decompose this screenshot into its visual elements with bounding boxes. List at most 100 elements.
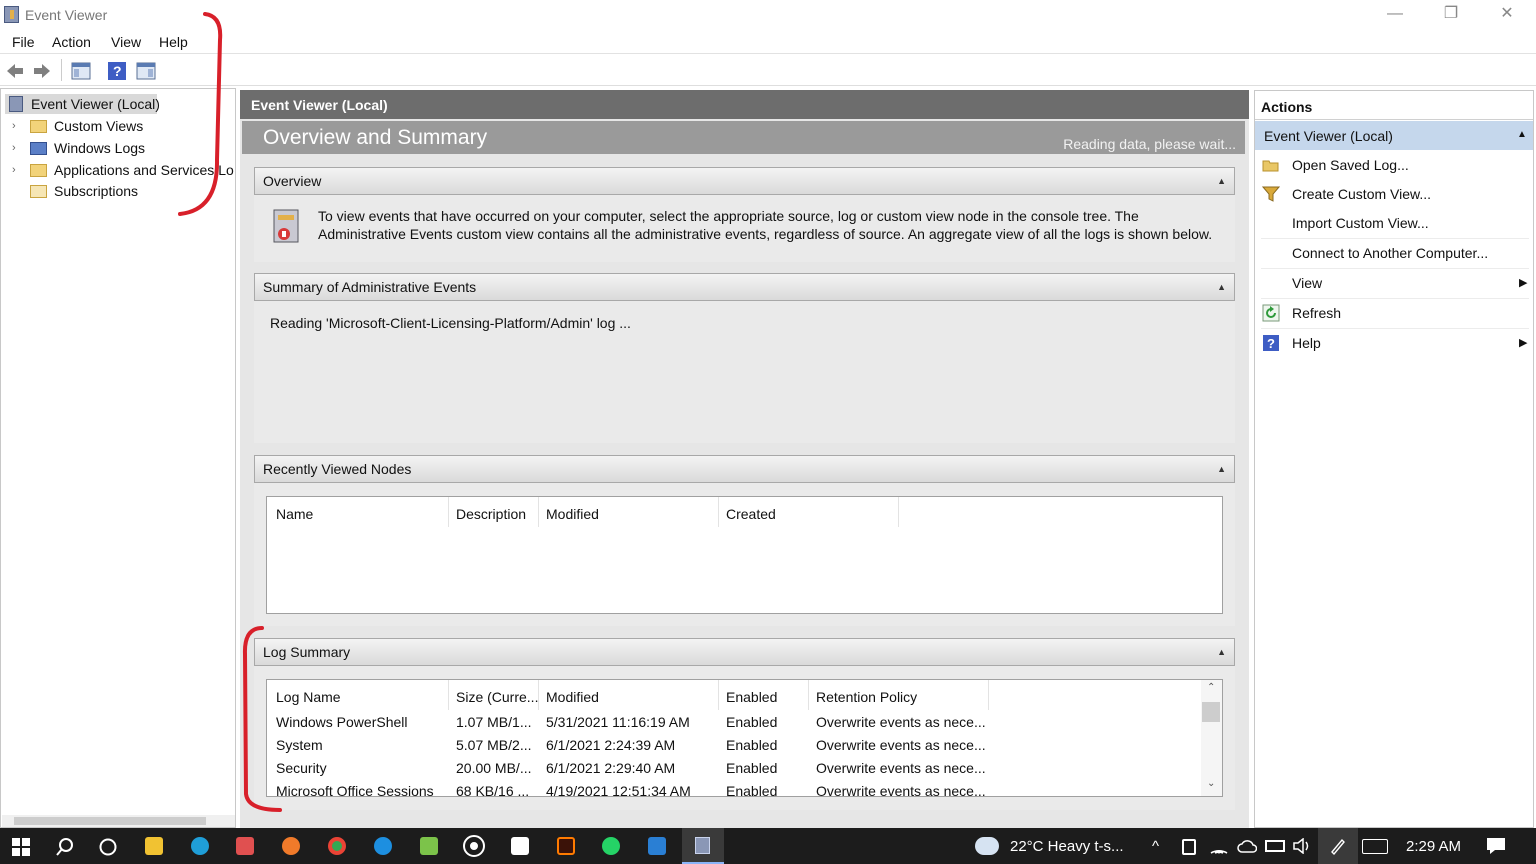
whatsapp-icon[interactable]: [602, 837, 620, 855]
stack-app-icon[interactable]: [420, 837, 438, 855]
battery-icon[interactable]: [1265, 840, 1285, 852]
collapse-caret-icon[interactable]: ▲: [1517, 129, 1527, 140]
weather-text[interactable]: 22°C Heavy t-s...: [1010, 838, 1124, 855]
log-summary-vertical-scrollbar[interactable]: ⌃ ⌄: [1201, 680, 1222, 796]
scrollbar-thumb[interactable]: [14, 817, 206, 825]
chevron-right-icon[interactable]: ›: [12, 120, 16, 132]
meet-now-icon[interactable]: [1182, 839, 1196, 855]
table-row[interactable]: Windows PowerShell 1.07 MB/1... 5/31/202…: [267, 712, 1197, 735]
windows-start-icon[interactable]: [12, 838, 30, 856]
search-icon[interactable]: [55, 837, 75, 857]
store-icon[interactable]: [511, 837, 529, 855]
tree-root-event-viewer[interactable]: Event Viewer (Local): [31, 96, 160, 112]
table-row[interactable]: System 5.07 MB/2... 6/1/2021 2:24:39 AM …: [267, 735, 1197, 758]
minimize-button[interactable]: —: [1372, 0, 1418, 30]
column-header-description[interactable]: Description: [456, 506, 526, 522]
column-header-created[interactable]: Created: [726, 506, 776, 522]
column-divider[interactable]: [718, 680, 719, 710]
show-hide-action-pane-icon[interactable]: [136, 61, 156, 81]
chevron-up-icon[interactable]: ^: [1152, 838, 1159, 855]
file-explorer-icon[interactable]: [145, 837, 163, 855]
pen-workspace-button[interactable]: [1318, 828, 1358, 864]
action-connect-another-computer[interactable]: Connect to Another Computer...: [1292, 245, 1488, 261]
column-divider[interactable]: [898, 497, 899, 527]
back-arrow-icon[interactable]: [5, 61, 25, 81]
clock-time[interactable]: 2:29 AM: [1406, 838, 1461, 855]
record-app-icon[interactable]: [463, 835, 485, 857]
column-divider[interactable]: [808, 680, 809, 710]
chevron-right-icon[interactable]: ›: [12, 164, 16, 176]
menu-file[interactable]: File: [12, 34, 35, 50]
table-row[interactable]: Security 20.00 MB/... 6/1/2021 2:29:40 A…: [267, 758, 1197, 781]
column-divider[interactable]: [718, 497, 719, 527]
recently-viewed-nodes-header[interactable]: Recently Viewed Nodes ▲: [254, 455, 1235, 483]
table-row[interactable]: Microsoft Office Sessions 68 KB/16 ... 4…: [267, 781, 1197, 797]
scroll-up-icon[interactable]: ⌃: [1207, 682, 1215, 693]
tree-item-subscriptions[interactable]: Subscriptions: [54, 183, 138, 199]
notification-center-icon[interactable]: [1486, 837, 1506, 855]
column-header-retention-policy[interactable]: Retention Policy: [816, 689, 917, 705]
touch-keyboard-icon[interactable]: [1362, 839, 1388, 854]
column-divider[interactable]: [448, 680, 449, 710]
action-create-custom-view[interactable]: Create Custom View...: [1292, 186, 1431, 202]
help-icon[interactable]: ?: [107, 61, 127, 81]
overview-description: To view events that have occurred on you…: [318, 208, 1213, 242]
edge-browser-icon[interactable]: [191, 837, 209, 855]
action-import-custom-view[interactable]: Import Custom View...: [1292, 215, 1429, 231]
actions-pane: Actions Event Viewer (Local) ▲ Open Save…: [1254, 90, 1534, 828]
action-view[interactable]: View: [1292, 275, 1322, 291]
action-help[interactable]: Help: [1292, 335, 1321, 351]
weather-storm-icon: [975, 837, 999, 855]
collapse-caret-icon[interactable]: ▲: [1217, 176, 1226, 186]
summary-admin-events-header[interactable]: Summary of Administrative Events ▲: [254, 273, 1235, 301]
cell-log-name: Security: [276, 760, 327, 776]
action-refresh[interactable]: Refresh: [1292, 305, 1341, 321]
summary-admin-events-body: Reading 'Microsoft-Client-Licensing-Plat…: [254, 301, 1235, 443]
chrome-icon[interactable]: [328, 837, 346, 855]
column-divider[interactable]: [538, 680, 539, 710]
close-button[interactable]: ✕: [1484, 0, 1530, 30]
column-header-name[interactable]: Name: [276, 506, 313, 522]
menu-view[interactable]: View: [111, 34, 141, 50]
actions-group-event-viewer-local[interactable]: Event Viewer (Local) ▲: [1255, 121, 1533, 150]
skype-icon[interactable]: [374, 837, 392, 855]
show-hide-console-tree-icon[interactable]: [71, 61, 91, 81]
event-viewer-node-icon: [9, 96, 23, 112]
submenu-arrow-icon[interactable]: ▶: [1519, 276, 1527, 289]
forward-arrow-icon[interactable]: [32, 61, 52, 81]
column-header-modified[interactable]: Modified: [546, 506, 599, 522]
column-divider[interactable]: [988, 680, 989, 710]
scroll-down-icon[interactable]: ⌄: [1207, 778, 1215, 789]
task-view-icon[interactable]: [98, 837, 118, 857]
overview-section-header[interactable]: Overview ▲: [254, 167, 1235, 195]
collapse-caret-icon[interactable]: ▲: [1217, 464, 1226, 474]
collapse-caret-icon[interactable]: ▲: [1217, 647, 1226, 657]
scrollbar-thumb[interactable]: [1202, 702, 1220, 722]
column-header-modified[interactable]: Modified: [546, 689, 599, 705]
column-divider[interactable]: [448, 497, 449, 527]
menu-action[interactable]: Action: [52, 34, 91, 50]
tree-horizontal-scrollbar[interactable]: [2, 815, 235, 827]
firefox-icon[interactable]: [282, 837, 300, 855]
photos-app-icon[interactable]: [648, 837, 666, 855]
tree-item-custom-views[interactable]: Custom Views: [54, 118, 143, 134]
cell-log-name: Microsoft Office Sessions: [276, 783, 434, 797]
tree-item-windows-logs[interactable]: Windows Logs: [54, 140, 145, 156]
column-header-size[interactable]: Size (Curre...: [456, 689, 538, 705]
collapse-caret-icon[interactable]: ▲: [1217, 282, 1226, 292]
action-open-saved-log[interactable]: Open Saved Log...: [1292, 157, 1409, 173]
illustrator-icon[interactable]: [557, 837, 575, 855]
chevron-right-icon[interactable]: ›: [12, 142, 16, 154]
column-divider[interactable]: [538, 497, 539, 527]
column-header-enabled[interactable]: Enabled: [726, 689, 777, 705]
wifi-icon[interactable]: [1210, 838, 1228, 854]
taskbar-active-app[interactable]: [682, 828, 724, 864]
cloud-sync-icon[interactable]: [1237, 839, 1257, 853]
log-summary-header[interactable]: Log Summary ▲: [254, 638, 1235, 666]
section-title: Overview: [263, 173, 322, 189]
submenu-arrow-icon[interactable]: ▶: [1519, 336, 1527, 349]
volume-icon[interactable]: [1293, 838, 1311, 854]
restore-button[interactable]: ❐: [1428, 0, 1474, 30]
gift-app-icon[interactable]: [236, 837, 254, 855]
svg-text:?: ?: [1267, 336, 1275, 351]
